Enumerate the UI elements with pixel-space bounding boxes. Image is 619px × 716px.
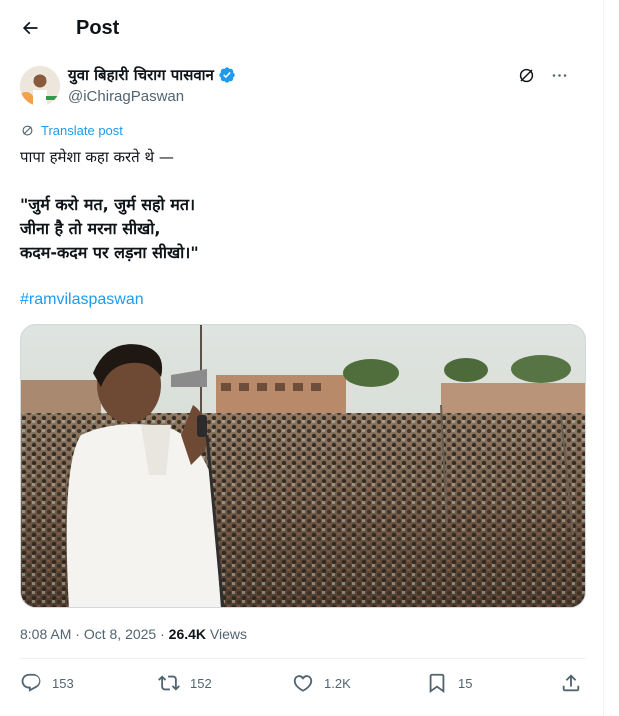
meta-dot: · (75, 626, 80, 642)
like-count: 1.2K (324, 675, 351, 691)
avatar[interactable] (20, 66, 60, 106)
share-button[interactable] (560, 672, 582, 694)
page-title: Post (76, 17, 120, 39)
repost-count: 152 (190, 675, 212, 691)
hashtag-link[interactable]: #ramvilaspaswan (20, 290, 144, 310)
post-image[interactable] (20, 324, 586, 608)
back-button[interactable] (14, 12, 46, 44)
views-count: 26.4K (168, 626, 207, 642)
share-icon (562, 674, 580, 692)
repost-icon (158, 675, 180, 691)
reply-button[interactable]: 153 (20, 672, 74, 694)
header: Post (0, 0, 604, 56)
heart-icon (293, 675, 313, 692)
post-text-line: पापा हमेशा कहा करते थे — (20, 148, 174, 166)
translate-post-link[interactable]: Translate post (20, 123, 123, 138)
repost-button[interactable]: 152 (158, 672, 212, 694)
grok-icon[interactable] (517, 66, 536, 85)
translate-icon (22, 125, 33, 136)
top-actions (517, 66, 569, 85)
bookmark-button[interactable]: 15 (426, 672, 472, 694)
author-display-name[interactable]: युवा बिहारी चिराग पासवान (68, 65, 214, 85)
verified-badge-icon (219, 67, 235, 83)
post-text-line: कदम-कदम पर लड़ना सीखो।" (20, 243, 199, 262)
meta-dot: · (160, 626, 165, 642)
translate-label: Translate post (41, 123, 123, 138)
reply-icon (21, 673, 41, 692)
post-text-line: "जुर्म करो मत, जुर्म सहो मत। (20, 195, 196, 214)
divider (20, 658, 586, 659)
views-label: Views (209, 626, 248, 642)
post-date[interactable]: Oct 8, 2025 (84, 626, 156, 642)
action-bar: 153 152 1.2K 15 (20, 668, 586, 702)
bookmark-icon (429, 673, 445, 694)
post-text-line (20, 169, 580, 193)
reply-count: 153 (52, 675, 74, 691)
post-panel: Post युवा बिहारी चिराग पासवान @iChiragPa… (0, 0, 604, 716)
post-time[interactable]: 8:08 AM (20, 626, 71, 642)
arrow-left-icon (22, 21, 38, 35)
post-meta: 8:08 AM · Oct 8, 2025 · 26.4K Views (20, 624, 247, 644)
more-icon[interactable] (550, 66, 569, 85)
bookmark-count: 15 (458, 675, 473, 691)
author-name-row: युवा बिहारी चिराग पासवान (68, 65, 236, 85)
like-button[interactable]: 1.2K (292, 672, 351, 694)
post-text: पापा हमेशा कहा करते थे — "जुर्म करो मत, … (20, 145, 580, 265)
author-handle[interactable]: @iChiragPaswan (68, 87, 184, 107)
post-text-line: जीना है तो मरना सीखो, (20, 219, 161, 238)
